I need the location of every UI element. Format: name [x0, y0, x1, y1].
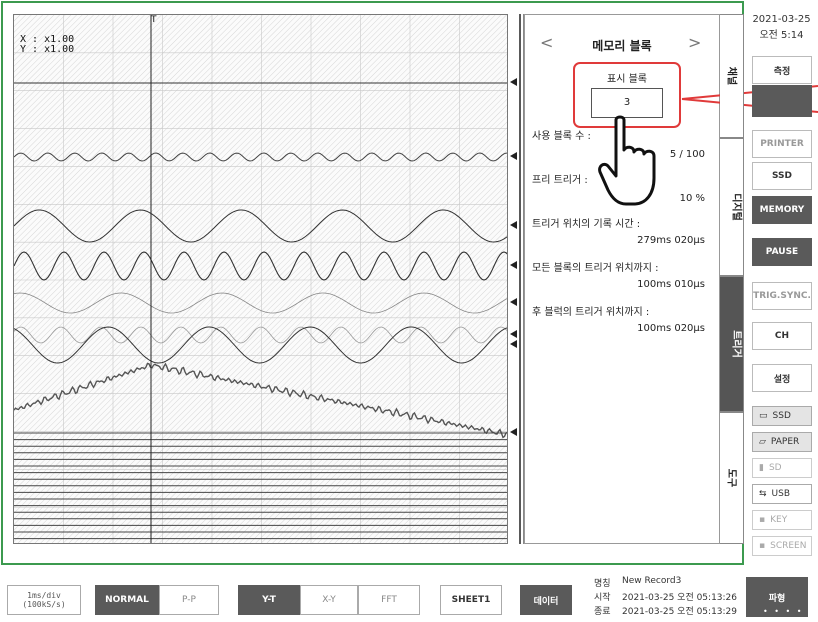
- sd-button[interactable]: ▮ SD: [752, 458, 812, 478]
- pretrigger-value: 10 %: [679, 193, 705, 204]
- xy-view-button[interactable]: X-Y: [300, 585, 358, 615]
- record-name-value: New Record3: [622, 576, 682, 586]
- trig-sync-button[interactable]: TRIG.SYNC.: [752, 282, 812, 310]
- screen-button[interactable]: ▪ SCREEN: [752, 536, 812, 556]
- usb-icon: ⇆: [759, 489, 767, 499]
- sd-card-icon: ▮: [759, 463, 764, 473]
- page-dots: • • • •: [763, 607, 804, 616]
- trigger-marker: T: [151, 15, 157, 25]
- tab-channel[interactable]: 채널: [720, 14, 744, 138]
- waveform-background: [14, 15, 507, 543]
- right-control-column: 2021-03-25 오전 5:14 측정 PRINTER SSD MEMORY…: [745, 0, 818, 565]
- waveform-display[interactable]: T X : x1.00 Y : x1.00: [13, 14, 508, 544]
- lock-icon: ▪: [759, 515, 766, 525]
- drive-icon: ▭: [759, 411, 768, 421]
- sheet-button[interactable]: SHEET1: [440, 585, 502, 615]
- channel-marker-icon: [510, 298, 517, 306]
- record-end-value: 2021-03-25 오전 05:13:29: [622, 607, 738, 617]
- memory-button[interactable]: MEMORY: [752, 196, 812, 224]
- y-scale-label: Y : x1.00: [20, 44, 75, 55]
- tab-tools[interactable]: 도구: [720, 412, 744, 544]
- next-block-label: 후 블럭의 트리거 위치까지 :: [532, 307, 650, 318]
- tab-trigger[interactable]: 트리거: [720, 276, 744, 412]
- display-block-highlight: 표시 블록 3: [573, 62, 681, 128]
- channel-marker-icon: [510, 78, 517, 86]
- yt-view-button[interactable]: Y-T: [238, 585, 300, 615]
- channel-marker-icon: [510, 330, 517, 338]
- bottom-toolbar: 1ms/div (100kS/s) NORMAL P-P Y-T X-Y FFT…: [0, 567, 818, 622]
- measure-button[interactable]: 측정: [752, 56, 812, 84]
- pp-mode-button[interactable]: P-P: [159, 585, 219, 615]
- record-start-value: 2021-03-25 오전 05:13:26: [622, 593, 738, 603]
- display-block-label: 표시 블록: [607, 74, 647, 85]
- channel-marker-icon: [510, 152, 517, 160]
- ssd-storage-button[interactable]: ▭ SSD: [752, 406, 812, 426]
- timebase-button[interactable]: 1ms/div (100kS/s): [7, 585, 81, 615]
- used-blocks-label: 사용 블록 수 :: [532, 131, 591, 142]
- pause-button[interactable]: PAUSE: [752, 238, 812, 266]
- tab-digital[interactable]: 디지털: [720, 138, 744, 276]
- paper-button[interactable]: ▱ PAPER: [752, 432, 812, 452]
- settings-button[interactable]: 설정: [752, 364, 812, 392]
- ch-button[interactable]: CH: [752, 322, 812, 350]
- channel-marker-icon: [510, 340, 517, 348]
- key-button[interactable]: ▪ KEY: [752, 510, 812, 530]
- lock-icon: ▪: [759, 541, 766, 551]
- trigger-record-time-label: 트리거 위치의 기록 시간 :: [532, 219, 641, 230]
- normal-mode-button[interactable]: NORMAL: [95, 585, 159, 615]
- printer-button[interactable]: PRINTER: [752, 130, 812, 158]
- record-name-label: 명칭: [594, 579, 611, 589]
- all-blocks-label: 모든 블록의 트리거 위치까지 :: [532, 263, 659, 274]
- data-button[interactable]: 데이터: [520, 585, 572, 615]
- next-block-value: 100ms 020µs: [637, 323, 705, 334]
- usb-button[interactable]: ⇆ USB: [752, 484, 812, 504]
- channel-marker-icon: [510, 261, 517, 269]
- time-display: 오전 5:14: [759, 30, 804, 41]
- trigger-record-time-value: 279ms 020µs: [637, 235, 705, 246]
- date-display: 2021-03-25: [752, 14, 811, 25]
- used-blocks-value: 5 / 100: [669, 149, 705, 160]
- fft-view-button[interactable]: FFT: [358, 585, 420, 615]
- measure-active-indicator: [752, 85, 812, 117]
- waveform-plot: [14, 15, 507, 543]
- folder-icon: ▱: [759, 437, 766, 447]
- channel-marker-icon: [510, 428, 517, 436]
- all-blocks-value: 100ms 010µs: [637, 279, 705, 290]
- record-end-label: 종료: [594, 607, 611, 617]
- chevron-right-icon[interactable]: >: [688, 33, 701, 52]
- record-start-label: 시작: [594, 593, 611, 603]
- channel-marker-strip: [508, 14, 524, 544]
- memory-block-panel: < 메모리 블록 > 표시 블록 3 사용 블록 수 : 5 / 100 프리 …: [524, 14, 720, 544]
- pretrigger-label: 프리 트리거 :: [532, 175, 588, 186]
- ssd-mode-button[interactable]: SSD: [752, 162, 812, 190]
- channel-marker-icon: [510, 221, 517, 229]
- display-block-input[interactable]: 3: [591, 88, 663, 118]
